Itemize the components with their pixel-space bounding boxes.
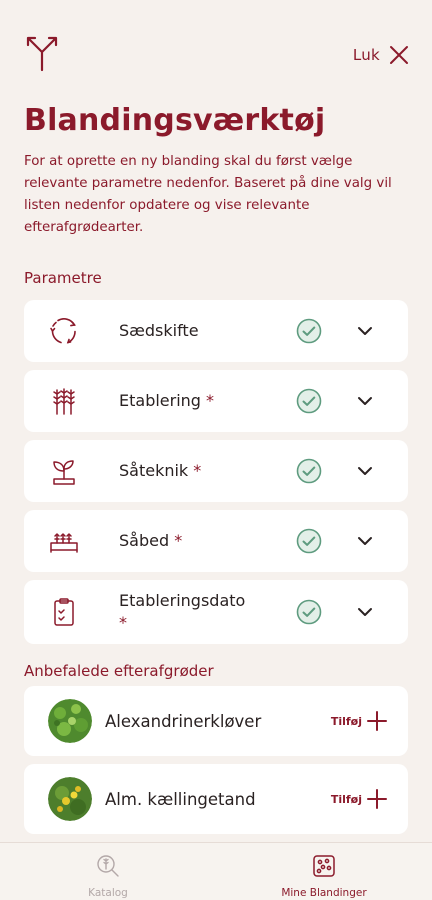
add-label: Tilføj xyxy=(330,714,362,728)
check-circle-icon xyxy=(296,318,322,344)
parameter-label: Såbed * xyxy=(119,531,183,550)
rotation-icon xyxy=(50,318,77,344)
chevron-down-icon[interactable] xyxy=(356,462,374,480)
catalog-search-icon xyxy=(97,855,119,877)
parameter-label: Såteknik * xyxy=(119,461,202,480)
parameter-saateknik[interactable]: Såteknik * xyxy=(24,440,408,502)
list-item: Alexandrinerkløver Tilføj xyxy=(24,686,408,756)
check-circle-icon xyxy=(296,599,322,625)
check-circle-icon xyxy=(296,458,322,484)
clipboard-icon xyxy=(54,598,74,626)
add-button[interactable]: Tilføj xyxy=(331,710,388,732)
tab-katalog[interactable]: Katalog xyxy=(0,843,216,900)
plus-icon xyxy=(367,711,387,731)
chevron-down-icon[interactable] xyxy=(356,532,374,550)
parameters-heading: Parametre xyxy=(24,269,102,287)
bottom-tab-bar: Katalog Mine Blandinger xyxy=(0,842,432,900)
close-button[interactable]: Luk xyxy=(353,44,410,66)
recommended-heading: Anbefalede efterafgrøder xyxy=(24,662,214,680)
close-label: Luk xyxy=(352,46,380,64)
parameter-label: Sædskifte xyxy=(119,321,199,340)
parameter-list: Sædskifte Etablering * Såteknik * Såbed … xyxy=(24,300,408,652)
add-label: Tilføj xyxy=(330,792,362,806)
wheat-icon xyxy=(53,388,75,415)
plant-thumbnail xyxy=(48,777,92,821)
seed-jar-icon xyxy=(313,855,335,877)
parameter-etablering[interactable]: Etablering * xyxy=(24,370,408,432)
page-title: Blandingsværktøj xyxy=(24,103,326,138)
plant-name: Alexandrinerkløver xyxy=(105,711,262,731)
plant-thumbnail xyxy=(48,699,92,743)
plus-icon xyxy=(367,789,387,809)
list-item: Alm. kællingetand Tilføj xyxy=(24,764,408,834)
parameter-etableringsdato[interactable]: Etableringsdato * xyxy=(24,580,408,644)
chevron-down-icon[interactable] xyxy=(356,392,374,410)
chevron-down-icon[interactable] xyxy=(356,322,374,340)
plant-name: Alm. kællingetand xyxy=(105,789,256,809)
tab-label: Mine Blandinger xyxy=(281,887,367,899)
parameter-label: Etableringsdato * xyxy=(119,591,246,632)
parameter-saabed[interactable]: Såbed * xyxy=(24,510,408,572)
intro-text: For at oprette en ny blanding skal du fø… xyxy=(24,154,392,235)
check-circle-icon xyxy=(296,388,322,414)
app-header: Luk xyxy=(0,0,432,110)
logo-icon xyxy=(26,36,58,72)
check-circle-icon xyxy=(296,528,322,554)
tab-label: Katalog xyxy=(88,887,128,899)
parameter-saedskifte[interactable]: Sædskifte xyxy=(24,300,408,362)
recommended-list: Alexandrinerkløver Tilføj Alm. kællinget… xyxy=(24,686,408,842)
seedbed-icon xyxy=(50,533,78,553)
parameter-label: Etablering * xyxy=(119,391,215,410)
tab-mine-blandinger[interactable]: Mine Blandinger xyxy=(216,843,432,900)
seedling-icon xyxy=(53,460,75,485)
add-button[interactable]: Tilføj xyxy=(331,788,388,810)
close-icon xyxy=(390,46,408,64)
chevron-down-icon[interactable] xyxy=(356,603,374,621)
